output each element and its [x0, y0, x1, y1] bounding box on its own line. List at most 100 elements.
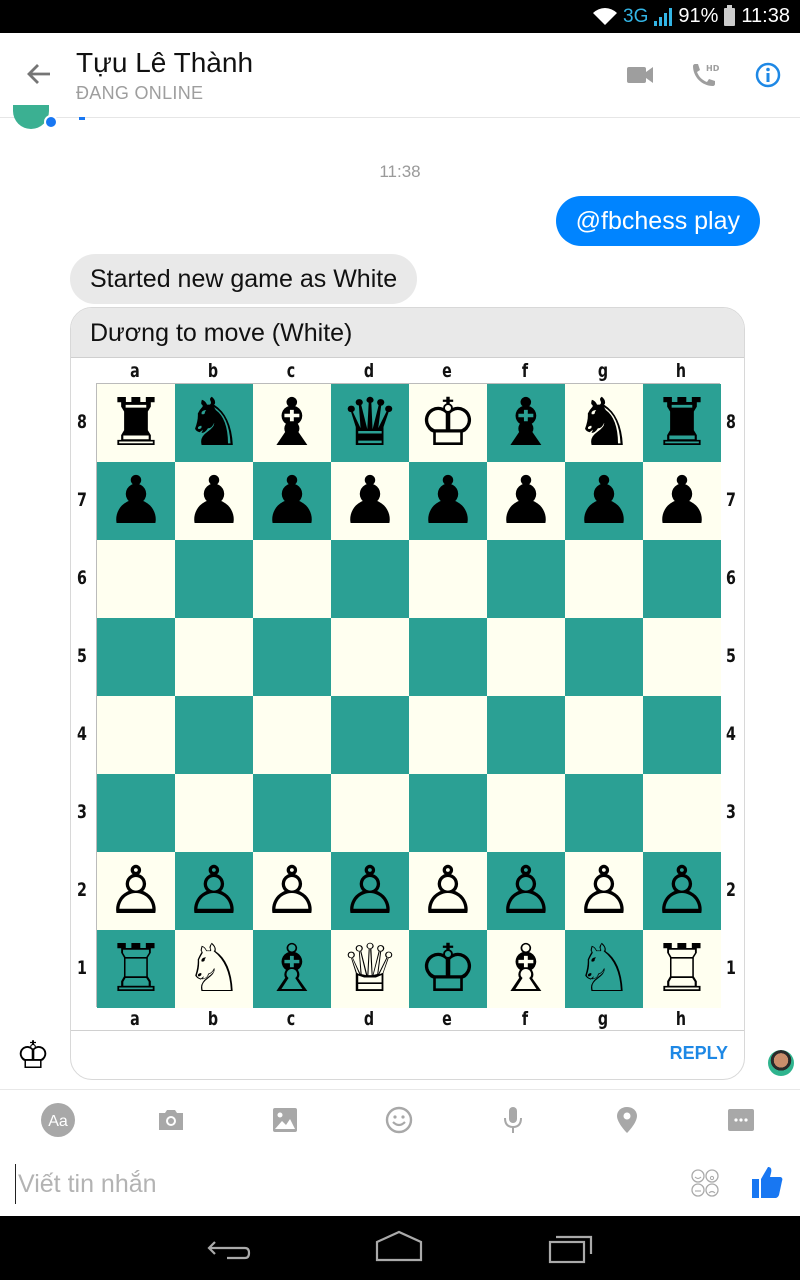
square-h8[interactable]: ♜: [643, 384, 721, 462]
square-d2[interactable]: ♙: [331, 852, 409, 930]
square-h6[interactable]: [643, 540, 721, 618]
square-a3[interactable]: [97, 774, 175, 852]
square-a4[interactable]: [97, 696, 175, 774]
square-d1[interactable]: ♕: [331, 930, 409, 1008]
square-f3[interactable]: [487, 774, 565, 852]
square-e7[interactable]: ♟: [409, 462, 487, 540]
text-format-button[interactable]: Aa: [38, 1100, 78, 1140]
square-g6[interactable]: [565, 540, 643, 618]
square-b8[interactable]: ♞: [175, 384, 253, 462]
square-f4[interactable]: [487, 696, 565, 774]
square-d8[interactable]: ♛: [331, 384, 409, 462]
square-g7[interactable]: ♟: [565, 462, 643, 540]
voice-call-button[interactable]: HD: [688, 59, 720, 91]
square-f7[interactable]: ♟: [487, 462, 565, 540]
incoming-message[interactable]: Started new game as White: [70, 254, 418, 304]
square-d7[interactable]: ♟: [331, 462, 409, 540]
status-bar: 3G 91% 11:38: [0, 0, 800, 33]
square-g8[interactable]: ♞: [565, 384, 643, 462]
square-e6[interactable]: [409, 540, 487, 618]
square-c5[interactable]: [253, 618, 331, 696]
square-c7[interactable]: ♟: [253, 462, 331, 540]
contact-name[interactable]: Tựu Lê Thành: [76, 47, 253, 79]
square-e1[interactable]: ♔: [409, 930, 487, 1008]
square-d6[interactable]: [331, 540, 409, 618]
message-input[interactable]: [15, 1164, 655, 1204]
square-a7[interactable]: ♟: [97, 462, 175, 540]
more-options-button[interactable]: [721, 1100, 761, 1140]
square-h3[interactable]: [643, 774, 721, 852]
square-e5[interactable]: [409, 618, 487, 696]
square-f8[interactable]: ♝: [487, 384, 565, 462]
message-timestamp: 11:38: [379, 162, 421, 181]
square-a2[interactable]: ♙: [97, 852, 175, 930]
system-home-button[interactable]: [374, 1230, 424, 1266]
network-type: 3G: [623, 5, 649, 27]
square-g4[interactable]: [565, 696, 643, 774]
square-f6[interactable]: [487, 540, 565, 618]
square-a8[interactable]: ♜: [97, 384, 175, 462]
square-h1[interactable]: ♖: [643, 930, 721, 1008]
square-g5[interactable]: [565, 618, 643, 696]
info-button[interactable]: [752, 59, 784, 91]
square-d5[interactable]: [331, 618, 409, 696]
square-f2[interactable]: ♙: [487, 852, 565, 930]
back-button[interactable]: [24, 59, 54, 89]
square-g1[interactable]: ♘: [565, 930, 643, 1008]
gallery-icon: [273, 1108, 297, 1132]
square-f5[interactable]: [487, 618, 565, 696]
contact-avatar[interactable]: [13, 105, 49, 129]
square-a5[interactable]: [97, 618, 175, 696]
gallery-button[interactable]: [265, 1100, 305, 1140]
reply-button[interactable]: REPLY: [670, 1043, 728, 1064]
square-a1[interactable]: ♖: [97, 930, 175, 1008]
square-a6[interactable]: [97, 540, 175, 618]
system-recents-button[interactable]: [547, 1230, 597, 1266]
square-b5[interactable]: [175, 618, 253, 696]
composer-toolbar: Aa: [0, 1100, 800, 1144]
square-h5[interactable]: [643, 618, 721, 696]
square-e8[interactable]: ♔: [409, 384, 487, 462]
square-f1[interactable]: ♗: [487, 930, 565, 1008]
square-b1[interactable]: ♘: [175, 930, 253, 1008]
file-label: a: [130, 1008, 140, 1030]
square-h4[interactable]: [643, 696, 721, 774]
outgoing-message[interactable]: @fbchess play: [555, 196, 760, 246]
square-b7[interactable]: ♟: [175, 462, 253, 540]
back-arrow-icon: [27, 64, 50, 84]
file-label: e: [442, 1008, 452, 1030]
square-h7[interactable]: ♟: [643, 462, 721, 540]
square-e3[interactable]: [409, 774, 487, 852]
square-c6[interactable]: [253, 540, 331, 618]
square-d3[interactable]: [331, 774, 409, 852]
video-call-button[interactable]: [624, 59, 656, 91]
square-g3[interactable]: [565, 774, 643, 852]
square-c2[interactable]: ♙: [253, 852, 331, 930]
like-button[interactable]: [750, 1164, 784, 1200]
square-b3[interactable]: [175, 774, 253, 852]
rank-label: 2: [726, 879, 736, 901]
square-e2[interactable]: ♙: [409, 852, 487, 930]
square-c4[interactable]: [253, 696, 331, 774]
square-g2[interactable]: ♙: [565, 852, 643, 930]
square-c1[interactable]: ♗: [253, 930, 331, 1008]
square-b4[interactable]: [175, 696, 253, 774]
rank-label: 7: [77, 489, 87, 511]
square-b2[interactable]: ♙: [175, 852, 253, 930]
square-c3[interactable]: [253, 774, 331, 852]
square-e4[interactable]: [409, 696, 487, 774]
chess-card-title: Dương to move (White): [71, 308, 744, 358]
voice-message-button[interactable]: [493, 1100, 533, 1140]
system-back-button[interactable]: [205, 1230, 255, 1266]
square-d4[interactable]: [331, 696, 409, 774]
camera-button[interactable]: [151, 1100, 191, 1140]
square-c8[interactable]: ♝: [253, 384, 331, 462]
square-h2[interactable]: ♙: [643, 852, 721, 930]
chess-board[interactable]: ♜ ♞ ♝ ♛ ♔ ♝ ♞ ♜ ♟ ♟ ♟ ♟ ♟ ♟ ♟ ♟ ♙ ♙ ♙ ♙ ♙ ♙ ♙ ♙ ♖ ♘ ♗ ♕ ♔ ♗ ♘ ♖: [96, 383, 721, 1008]
square-b6[interactable]: [175, 540, 253, 618]
location-button[interactable]: [607, 1100, 647, 1140]
stickers-button[interactable]: [690, 1168, 720, 1198]
rank-label: 3: [77, 801, 87, 823]
file-label: g: [597, 1008, 609, 1030]
emoji-button[interactable]: [379, 1100, 419, 1140]
